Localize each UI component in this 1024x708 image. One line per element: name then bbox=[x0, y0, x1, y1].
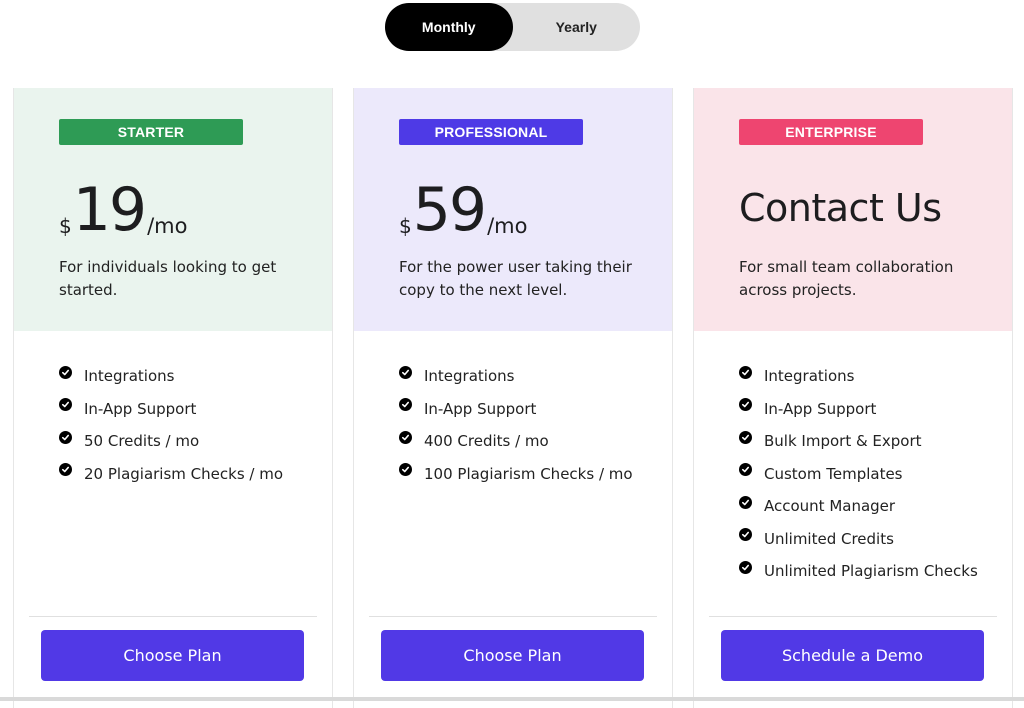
divider bbox=[29, 616, 317, 617]
plan-header: PROFESSIONAL $ 59 /mo For the power user… bbox=[354, 88, 672, 331]
divider bbox=[369, 616, 657, 617]
check-circle-icon bbox=[399, 398, 412, 412]
feature-item: 400 Credits / mo bbox=[399, 425, 633, 458]
choose-plan-button[interactable]: Choose Plan bbox=[381, 630, 644, 681]
feature-label: Custom Templates bbox=[764, 464, 903, 483]
feature-label: 50 Credits / mo bbox=[84, 432, 200, 451]
feature-item: Account Manager bbox=[739, 490, 978, 523]
check-circle-icon bbox=[739, 560, 752, 574]
feature-label: 400 Credits / mo bbox=[424, 432, 549, 451]
plan-card-professional: PROFESSIONAL $ 59 /mo For the power user… bbox=[353, 88, 673, 708]
plan-badge: STARTER bbox=[59, 119, 243, 145]
plan-badge: ENTERPRISE bbox=[739, 119, 923, 145]
feature-label: In-App Support bbox=[424, 399, 537, 418]
plan-header: ENTERPRISE Contact Us For small team col… bbox=[694, 88, 1012, 331]
divider bbox=[709, 616, 997, 617]
check-circle-icon bbox=[739, 528, 752, 542]
check-circle-icon bbox=[59, 430, 72, 444]
check-circle-icon bbox=[399, 430, 412, 444]
price-currency: $ bbox=[399, 214, 412, 238]
feature-label: Unlimited Credits bbox=[764, 529, 894, 548]
price-period: /mo bbox=[487, 214, 528, 238]
check-circle-icon bbox=[399, 365, 412, 379]
feature-list: Integrations In-App Support 50 Credits / m… bbox=[59, 360, 283, 490]
feature-item: Integrations bbox=[59, 360, 283, 393]
price-period: /mo bbox=[147, 214, 188, 238]
check-circle-icon bbox=[399, 463, 412, 477]
feature-item: Unlimited Credits bbox=[739, 523, 978, 556]
feature-label: Integrations bbox=[764, 367, 855, 386]
schedule-demo-button[interactable]: Schedule a Demo bbox=[721, 630, 984, 681]
plan-card-enterprise: ENTERPRISE Contact Us For small team col… bbox=[693, 88, 1013, 708]
check-circle-icon bbox=[59, 463, 72, 477]
contact-us-heading: Contact Us bbox=[739, 186, 942, 230]
price-currency: $ bbox=[59, 214, 72, 238]
feature-item: 100 Plagiarism Checks / mo bbox=[399, 458, 633, 491]
check-circle-icon bbox=[739, 430, 752, 444]
feature-item: In-App Support bbox=[739, 393, 978, 426]
feature-label: 100 Plagiarism Checks / mo bbox=[424, 464, 633, 483]
plan-description: For small team collaboration across proj… bbox=[739, 258, 954, 299]
feature-label: Bulk Import & Export bbox=[764, 432, 922, 451]
price-amount: 59 bbox=[412, 175, 487, 245]
feature-label: In-App Support bbox=[84, 399, 197, 418]
feature-item: Unlimited Plagiarism Checks bbox=[739, 555, 978, 588]
feature-label: Integrations bbox=[424, 367, 515, 386]
feature-label: In-App Support bbox=[764, 399, 877, 418]
feature-item: 20 Plagiarism Checks / mo bbox=[59, 458, 283, 491]
check-circle-icon bbox=[739, 365, 752, 379]
plan-badge: PROFESSIONAL bbox=[399, 119, 583, 145]
check-circle-icon bbox=[739, 398, 752, 412]
feature-list: Integrations In-App Support Bulk Import & … bbox=[739, 360, 978, 588]
toggle-monthly[interactable]: Monthly bbox=[385, 3, 513, 51]
feature-item: Custom Templates bbox=[739, 458, 978, 491]
feature-label: 20 Plagiarism Checks / mo bbox=[84, 464, 284, 483]
page-bottom-border bbox=[0, 697, 1024, 701]
choose-plan-button[interactable]: Choose Plan bbox=[41, 630, 304, 681]
feature-item: In-App Support bbox=[59, 393, 283, 426]
feature-item: Integrations bbox=[399, 360, 633, 393]
feature-item: Bulk Import & Export bbox=[739, 425, 978, 458]
check-circle-icon bbox=[59, 398, 72, 412]
check-circle-icon bbox=[739, 463, 752, 477]
feature-item: Integrations bbox=[739, 360, 978, 393]
plan-card-starter: STARTER $ 19 /mo For individuals looking… bbox=[13, 88, 333, 708]
check-circle-icon bbox=[59, 365, 72, 379]
feature-label: Integrations bbox=[84, 367, 175, 386]
feature-label: Account Manager bbox=[764, 497, 896, 516]
plan-description: For the power user taking their copy to … bbox=[399, 258, 632, 299]
billing-toggle[interactable]: Monthly Yearly bbox=[385, 3, 640, 51]
feature-label: Unlimited Plagiarism Checks bbox=[764, 562, 978, 581]
feature-item: 50 Credits / mo bbox=[59, 425, 283, 458]
plan-header: STARTER $ 19 /mo For individuals looking… bbox=[14, 88, 332, 331]
plan-price: $ 59 /mo bbox=[399, 176, 527, 244]
plan-price: $ 19 /mo bbox=[59, 176, 187, 244]
plan-description: For individuals looking to get started. bbox=[59, 258, 277, 299]
feature-list: Integrations In-App Support 400 Credits / … bbox=[399, 360, 633, 490]
check-circle-icon bbox=[739, 495, 752, 509]
feature-item: In-App Support bbox=[399, 393, 633, 426]
toggle-yearly[interactable]: Yearly bbox=[513, 3, 641, 51]
price-amount: 19 bbox=[72, 175, 147, 245]
